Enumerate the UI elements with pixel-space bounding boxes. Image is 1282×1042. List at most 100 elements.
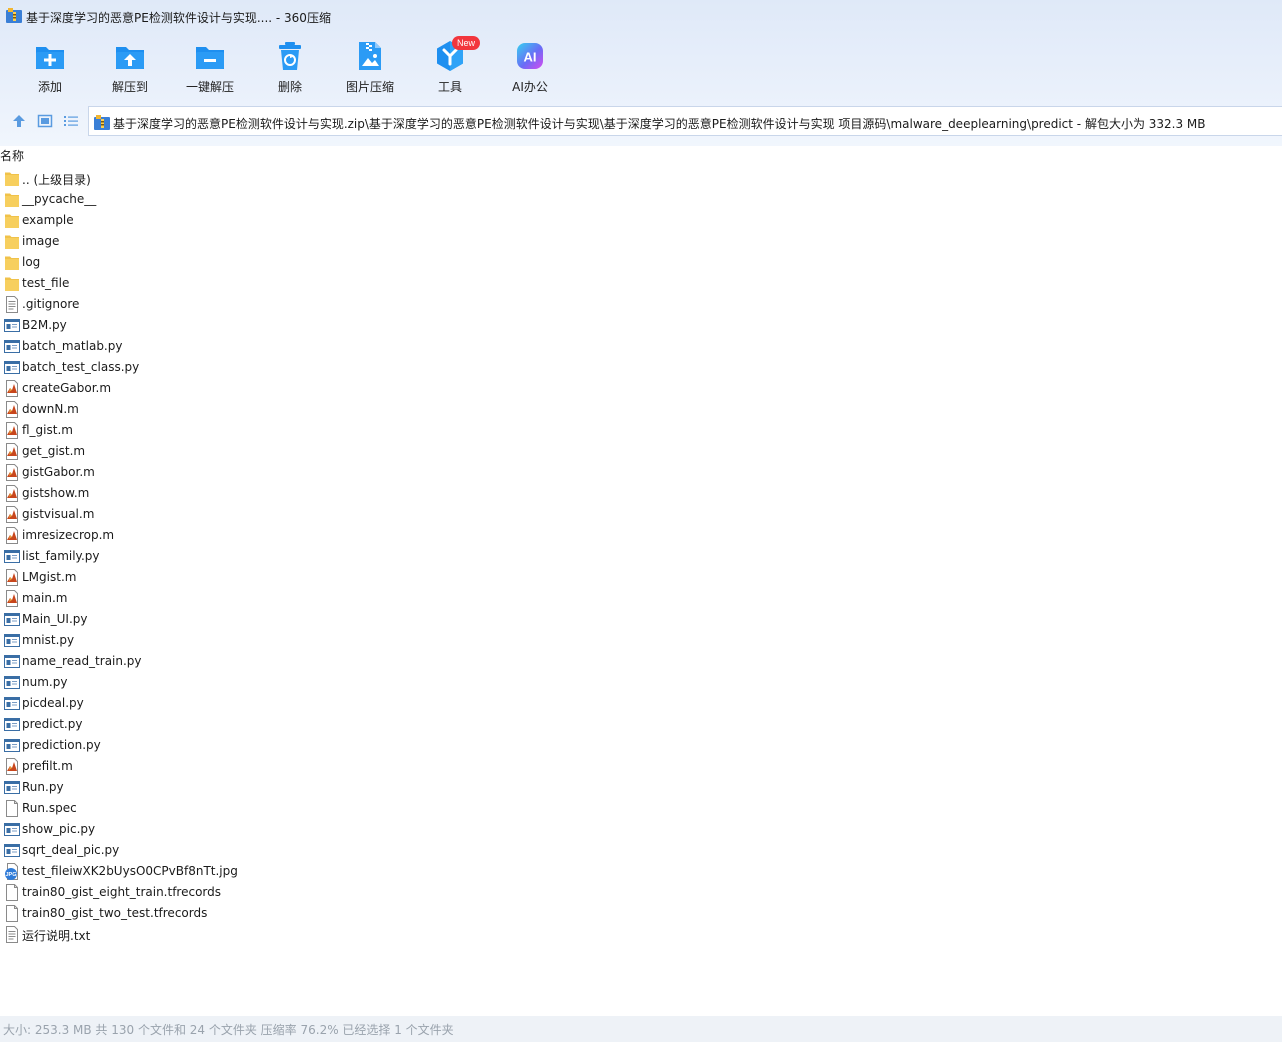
ai-office-button[interactable]: AI AI办公 <box>490 36 570 100</box>
file-row[interactable]: __pycache__ <box>0 189 1282 210</box>
file-row[interactable]: Run.py <box>0 777 1282 798</box>
folder-icon <box>4 275 20 292</box>
file-name: imresizecrop.m <box>22 528 115 542</box>
file-row[interactable]: B2M.py <box>0 315 1282 336</box>
extract-to-button-label: 解压到 <box>111 80 148 94</box>
file-name: prefilt.m <box>22 759 73 773</box>
python-file-icon <box>4 842 20 859</box>
file-row[interactable]: 运行说明.txt <box>0 924 1282 945</box>
file-row[interactable]: Run.spec <box>0 798 1282 819</box>
file-row[interactable]: .. (上级目录) <box>0 168 1282 189</box>
image-compress-button-label: 图片压缩 <box>345 80 394 94</box>
folder-icon <box>4 170 20 187</box>
file-name: get_gist.m <box>22 444 86 458</box>
tools-button[interactable]: New 工具 <box>410 36 490 100</box>
matlab-file-icon <box>4 380 20 397</box>
file-row[interactable]: num.py <box>0 672 1282 693</box>
file-name: gistshow.m <box>22 486 90 500</box>
text-file-icon <box>4 926 20 943</box>
file-row[interactable]: list_family.py <box>0 546 1282 567</box>
file-name: main.m <box>22 591 68 605</box>
python-file-icon <box>4 317 20 334</box>
file-name: LMgist.m <box>22 570 77 584</box>
file-row[interactable]: mnist.py <box>0 630 1282 651</box>
file-row[interactable]: example <box>0 210 1282 231</box>
matlab-file-icon <box>4 464 20 481</box>
file-name: test_file <box>22 276 70 290</box>
file-name: name_read_train.py <box>22 654 142 668</box>
column-header-name[interactable]: 名称 <box>0 147 24 164</box>
file-row[interactable]: image <box>0 231 1282 252</box>
window-title: 基于深度学习的恶意PE检测软件设计与实现.... - 360压缩 <box>26 11 331 25</box>
file-row[interactable]: log <box>0 252 1282 273</box>
tools-button-label: 工具 <box>437 80 462 94</box>
file-row[interactable]: prediction.py <box>0 735 1282 756</box>
image-compress-icon <box>359 42 381 70</box>
header-area: 基于深度学习的恶意PE检测软件设计与实现.... - 360压缩 添加 解压到 … <box>0 0 1282 146</box>
file-row[interactable]: batch_matlab.py <box>0 336 1282 357</box>
file-row[interactable]: show_pic.py <box>0 819 1282 840</box>
navigation-bar: 基于深度学习的恶意PE检测软件设计与实现.zip\基于深度学习的恶意PE检测软件… <box>0 104 1282 138</box>
python-file-icon <box>4 632 20 649</box>
matlab-file-icon <box>4 485 20 502</box>
python-file-icon <box>4 779 20 796</box>
file-row[interactable]: imresizecrop.m <box>0 525 1282 546</box>
file-name: B2M.py <box>22 318 67 332</box>
blank-file-icon <box>4 800 20 817</box>
file-name: image <box>22 234 60 248</box>
file-row[interactable]: fl_gist.m <box>0 420 1282 441</box>
file-row[interactable]: get_gist.m <box>0 441 1282 462</box>
file-row[interactable]: test_file <box>0 273 1282 294</box>
file-row[interactable]: LMgist.m <box>0 567 1282 588</box>
python-file-icon <box>4 674 20 691</box>
status-bar: 大小: 253.3 MB 共 130 个文件和 24 个文件夹 压缩率 76.2… <box>0 1016 1282 1042</box>
file-row[interactable]: gistvisual.m <box>0 504 1282 525</box>
file-name: sqrt_deal_pic.py <box>22 843 120 857</box>
file-name: 运行说明.txt <box>22 929 91 943</box>
one-click-extract-icon <box>196 47 224 69</box>
file-row[interactable]: downN.m <box>0 399 1282 420</box>
address-path: 基于深度学习的恶意PE检测软件设计与实现.zip\基于深度学习的恶意PE检测软件… <box>113 117 1206 131</box>
file-row[interactable]: sqrt_deal_pic.py <box>0 840 1282 861</box>
thumbnail-view-icon[interactable] <box>37 113 53 129</box>
python-file-icon <box>4 716 20 733</box>
image-compress-button[interactable]: 图片压缩 <box>330 36 410 100</box>
file-name: Run.py <box>22 780 64 794</box>
file-row[interactable]: picdeal.py <box>0 693 1282 714</box>
folder-icon <box>4 254 20 271</box>
list-view-icon[interactable] <box>63 113 79 129</box>
file-row[interactable]: prefilt.m <box>0 756 1282 777</box>
extract-to-button[interactable]: 解压到 <box>90 36 170 100</box>
file-row[interactable]: train80_gist_eight_train.tfrecords <box>0 882 1282 903</box>
file-name: mnist.py <box>22 633 75 647</box>
file-row[interactable]: createGabor.m <box>0 378 1282 399</box>
file-row[interactable]: name_read_train.py <box>0 651 1282 672</box>
file-row[interactable]: gistshow.m <box>0 483 1282 504</box>
app-logo-icon <box>6 8 22 23</box>
delete-button[interactable]: 删除 <box>250 36 330 100</box>
file-name: picdeal.py <box>22 696 84 710</box>
file-row[interactable]: predict.py <box>0 714 1282 735</box>
file-row[interactable]: main.m <box>0 588 1282 609</box>
file-row[interactable]: train80_gist_two_test.tfrecords <box>0 903 1282 924</box>
file-name: num.py <box>22 675 68 689</box>
file-row[interactable]: batch_test_class.py <box>0 357 1282 378</box>
address-bar[interactable]: 基于深度学习的恶意PE检测软件设计与实现.zip\基于深度学习的恶意PE检测软件… <box>88 106 1282 136</box>
matlab-file-icon <box>4 590 20 607</box>
file-name: gistvisual.m <box>22 507 95 521</box>
file-row[interactable]: gistGabor.m <box>0 462 1282 483</box>
file-row[interactable]: JPG test_fileiwXK2bUysO0CPvBf8nTt.jpg <box>0 861 1282 882</box>
file-name: show_pic.py <box>22 822 96 836</box>
file-row[interactable]: .gitignore <box>0 294 1282 315</box>
file-name: batch_test_class.py <box>22 360 140 374</box>
up-arrow-icon[interactable] <box>11 113 27 129</box>
ai-office-button-label: AI办公 <box>512 80 548 94</box>
archive-icon <box>94 115 110 130</box>
file-name: train80_gist_two_test.tfrecords <box>22 906 208 920</box>
delete-icon <box>279 42 301 70</box>
file-row[interactable]: Main_UI.py <box>0 609 1282 630</box>
add-button[interactable]: 添加 <box>10 36 90 100</box>
app-window: 基于深度学习的恶意PE检测软件设计与实现.... - 360压缩 添加 解压到 … <box>0 0 1282 1042</box>
one-click-extract-button[interactable]: 一键解压 <box>170 36 250 100</box>
file-name: test_fileiwXK2bUysO0CPvBf8nTt.jpg <box>22 864 238 878</box>
